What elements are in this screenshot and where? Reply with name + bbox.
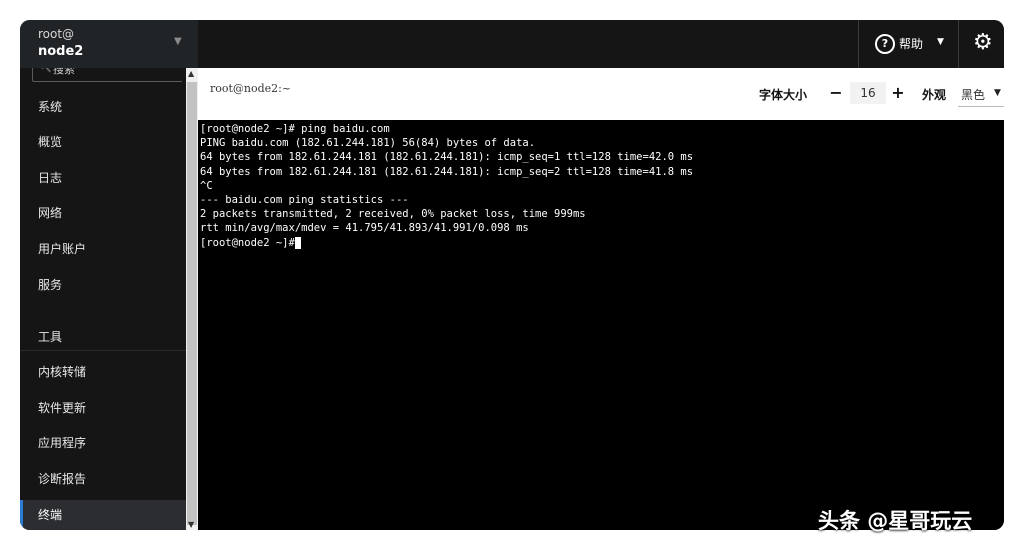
chevron-down-icon: ▼	[994, 88, 1001, 98]
terminal-cursor	[294, 236, 301, 249]
search-input[interactable]	[53, 68, 173, 78]
font-size-label: 字体大小	[759, 88, 808, 102]
font-size-decrease-button[interactable]: −	[826, 81, 846, 105]
terminal-line: PING baidu.com (182.61.244.181) 56(84) b…	[200, 137, 536, 150]
terminal-title: root@node2:~	[210, 82, 292, 95]
sidebar: root@ node2 ▼ 🔍 系统 概览 日志 网络 用户账户 服务 工具 内…	[20, 20, 198, 530]
terminal-prompt: [root@node2 ~]#	[200, 236, 295, 249]
terminal-line: [root@node2 ~]# ping baidu.com	[200, 123, 390, 135]
terminal-line: --- baidu.com ping statistics ---	[200, 193, 409, 206]
font-size-increase-button[interactable]: +	[888, 81, 908, 105]
help-menu[interactable]: ? 帮助 ▼	[858, 20, 957, 68]
sidebar-item-kdump[interactable]: 内核转储	[20, 357, 186, 387]
theme-value: 黑色	[961, 88, 986, 102]
app-window: root@ node2 ▼ 🔍 系统 概览 日志 网络 用户账户 服务 工具 内…	[20, 20, 1004, 530]
sidebar-item-overview[interactable]: 概览	[20, 127, 186, 157]
sidebar-item-accounts[interactable]: 用户账户	[20, 234, 186, 264]
search-box[interactable]: 🔍	[32, 68, 182, 82]
sidebar-item-terminal[interactable]: 终端	[20, 500, 186, 530]
terminal-screen[interactable]: [root@node2 ~]# ping baidu.com PING baid…	[198, 120, 1004, 530]
sidebar-scrollbar[interactable]: ▲ ▼	[186, 68, 198, 530]
terminal-line: rtt min/avg/max/mdev = 41.795/41.893/41.…	[200, 222, 529, 235]
scroll-up-arrow-icon[interactable]: ▲	[188, 68, 194, 80]
sidebar-item-applications[interactable]: 应用程序	[20, 428, 186, 458]
watermark: 头条 @星哥玩云	[818, 509, 973, 533]
host-name: node2	[38, 44, 84, 59]
sidebar-item-system[interactable]: 系统	[20, 92, 186, 122]
host-user: root@	[38, 27, 75, 41]
sidebar-item-logs[interactable]: 日志	[20, 163, 186, 193]
sidebar-item-network[interactable]: 网络	[20, 198, 186, 228]
top-bar: ? 帮助 ▼ ⚙	[198, 20, 1004, 68]
terminal-line: ^C	[200, 179, 213, 192]
theme-select[interactable]: 黑色 ▼	[958, 78, 1004, 107]
appearance-label: 外观	[922, 88, 947, 102]
terminal-line: 64 bytes from 182.61.244.181 (182.61.244…	[200, 165, 694, 178]
terminal-line: 64 bytes from 182.61.244.181 (182.61.244…	[200, 151, 694, 164]
terminal-line: 2 packets transmitted, 2 received, 0% pa…	[200, 208, 586, 221]
sidebar-item-tools[interactable]: 工具	[20, 322, 186, 352]
host-switcher[interactable]: root@ node2 ▼	[20, 20, 198, 68]
scroll-down-arrow-icon[interactable]: ▼	[188, 520, 194, 530]
font-size-input[interactable]	[850, 82, 886, 104]
terminal-toolbar: root@node2:~ 字体大小 − + 外观 黑色 ▼	[198, 68, 1004, 120]
help-icon: ?	[875, 34, 895, 54]
search-icon: 🔍	[37, 68, 52, 73]
sidebar-item-services[interactable]: 服务	[20, 270, 186, 300]
scrollbar-thumb[interactable]	[187, 82, 197, 525]
settings-button[interactable]: ⚙	[958, 20, 1004, 68]
terminal-prompt-line: [root@node2 ~]#	[200, 236, 1002, 250]
search-frame: 🔍	[32, 68, 182, 82]
chevron-down-icon: ▼	[937, 37, 944, 47]
sidebar-item-diagnostics[interactable]: 诊断报告	[20, 464, 186, 494]
help-label: 帮助	[899, 37, 924, 51]
sidebar-item-updates[interactable]: 软件更新	[20, 393, 186, 423]
chevron-down-icon: ▼	[174, 36, 182, 47]
gear-icon: ⚙	[973, 30, 993, 55]
